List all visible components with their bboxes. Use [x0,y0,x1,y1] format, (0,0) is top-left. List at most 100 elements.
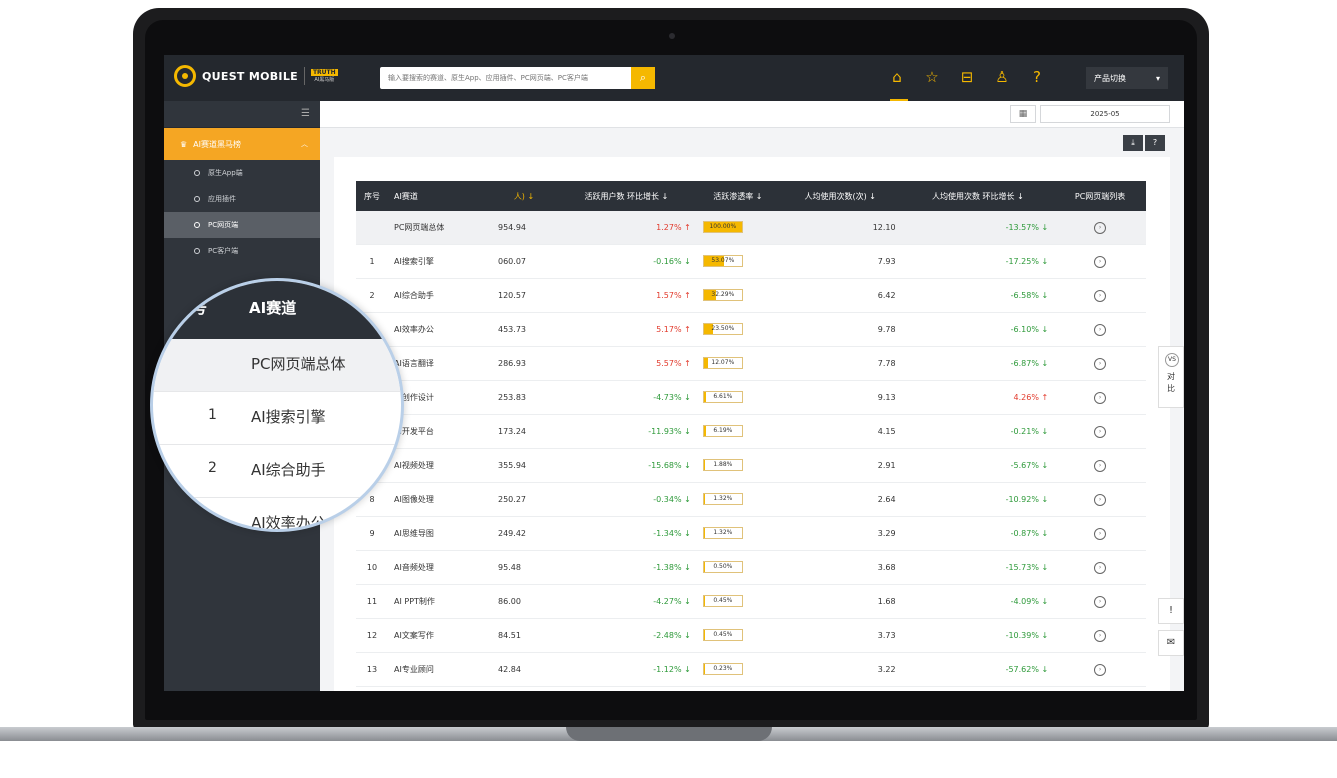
chevron-right-icon[interactable]: › [1094,561,1107,574]
cell-per-capita-growth: -6.87% ↓ [901,346,1055,381]
per-growth-arrow-icon: ↓ [1041,427,1049,436]
sidebar-item-ai-dark-horse[interactable]: ♛ AI赛道黑马榜 ︿ [164,128,320,160]
chevron-right-icon[interactable]: › [1094,255,1107,268]
compare-label: 对比 [1167,372,1175,393]
penetration-bar: 23.50% [702,322,743,335]
search-button[interactable]: ⌕ [631,67,655,89]
table-header-row: 序号 AI赛道 人) ↓ 活跃用户数 环比增长 ↓ 活跃渗透率 ↓ 人均使用次数… [356,181,1146,211]
star-icon[interactable]: ☆ [922,67,942,87]
cell-users: 286.93 [492,346,556,381]
col-per-capita-growth[interactable]: 人均使用次数 环比增长 ↓ [901,181,1055,211]
cell-users: 355.94 [492,448,556,483]
logo[interactable]: QUEST MOBILE TRUTH AI黑马版 [174,65,338,87]
table-row[interactable]: 8 AI图像处理 250.27 -0.34% ↓ 1.32% 2.64 -10.92% ↓ › [356,482,1146,517]
date-picker[interactable]: 2025-05 [1040,105,1170,123]
cell-users: 954.94 [492,211,556,245]
penetration-bar: 6.61% [702,390,743,403]
col-users[interactable]: 人) ↓ [492,181,556,211]
chevron-right-icon[interactable]: › [1094,493,1107,506]
col-users-growth[interactable]: 活跃用户数 环比增长 ↓ [556,181,697,211]
table-row[interactable]: 9 AI思维导图 249.42 -1.34% ↓ 1.32% 3.29 -0.87% ↓ › [356,516,1146,551]
growth-arrow-icon: ↑ [684,291,691,300]
alert-icon[interactable]: ! [1158,598,1184,624]
chevron-right-icon[interactable]: › [1094,629,1107,642]
per-growth-arrow-icon: ↓ [1041,461,1049,470]
table-row[interactable]: 4AI语言翻译286.935.57% ↑12.07%7.78-6.87% ↓› [356,346,1146,381]
col-penetration[interactable]: 活跃渗透率 ↓ [696,181,779,211]
sidebar-item-plugin[interactable]: 应用插件 [164,186,320,212]
chevron-right-icon[interactable]: › [1094,323,1107,336]
cell-penetration: 0.45% [696,584,779,619]
cell-idx: 11 [356,584,388,619]
cell-per-capita: 6.42 [778,278,902,313]
table-row[interactable]: 12 AI文案写作 84.51 -2.48% ↓ 0.45% 3.73 -10.39% ↓ › [356,618,1146,653]
chevron-right-icon[interactable]: › [1094,289,1107,302]
chevron-right-icon[interactable]: › [1094,663,1107,676]
toolbox-icon[interactable]: ⊟ [957,67,977,87]
ranking-table: 序号 AI赛道 人) ↓ 活跃用户数 环比增长 ↓ 活跃渗透率 ↓ 人均使用次数… [356,181,1146,687]
cell-users: 86.00 [492,584,556,619]
chevron-right-icon[interactable]: › [1094,595,1107,608]
chevron-right-icon[interactable]: › [1094,527,1107,540]
cell-per-capita: 3.68 [778,550,902,585]
table-row[interactable]: 11 AI PPT制作 86.00 -4.27% ↓ 0.45% 1.68 -4.09% ↓… [356,584,1146,619]
cell-users-growth: -11.93% ↓ [556,414,697,449]
toolbar: ⤓ ? [1123,135,1165,151]
search-input[interactable] [380,67,631,89]
chat-icon[interactable]: ✉ [1158,630,1184,656]
cell-users: 253.83 [492,380,556,415]
cell-link: › [1054,278,1146,313]
product-switch-dropdown[interactable]: 产品切换 ▾ [1086,67,1168,89]
calendar-icon[interactable]: ▦ [1010,105,1036,123]
cell-users-growth: -0.34% ↓ [556,482,697,517]
compare-widget[interactable]: VS 对比 [1158,346,1184,408]
user-icon[interactable]: ♙ [992,67,1012,87]
chevron-right-icon[interactable]: › [1094,221,1107,234]
table-row[interactable]: 7AI视频处理355.94-15.68% ↓1.88%2.91-5.67% ↓› [356,448,1146,483]
main-content: ▦ 2025-05 ⤓ ? 序号 AI赛道 人) ↓ 活跃用户数 环比增长 ↓ … [320,101,1184,691]
sidebar-item-native-app[interactable]: 原生App端 [164,160,320,186]
table-row[interactable]: 3AI效率办公453.735.17% ↑23.50%9.78-6.10% ↓› [356,312,1146,347]
sidebar-item-pc-web[interactable]: PC网页端 [164,212,320,238]
cell-users-growth: -15.68% ↓ [556,448,697,483]
chevron-right-icon[interactable]: › [1094,391,1107,404]
truth-badge: TRUTH [310,69,338,76]
cell-per-capita-growth: -0.87% ↓ [901,516,1055,551]
download-icon[interactable]: ⤓ [1123,135,1143,151]
table-row-total[interactable]: PC网页端总体 954.94 1.27% ↑ 100.00% 12.10 -13.57% … [356,211,1146,245]
chevron-right-icon[interactable]: › [1094,357,1107,370]
home-icon[interactable]: ⌂ [887,67,907,87]
cell-name: AI效率办公 [388,312,492,347]
cell-users: 42.84 [492,652,556,687]
chevron-right-icon[interactable]: › [1094,459,1107,472]
penetration-bar: 0.45% [702,594,743,607]
chevron-right-icon[interactable]: › [1094,425,1107,438]
laptop-notch [566,727,772,741]
sidebar-item-pc-client[interactable]: PC客户端 [164,238,320,264]
table-row[interactable]: 5AI创作设计253.83-4.73% ↓6.61%9.134.26% ↑› [356,380,1146,415]
penetration-label: 0.45% [713,596,733,604]
penetration-bar: 1.32% [702,526,743,539]
cell-users-growth: -0.16% ↓ [556,244,697,279]
help-icon[interactable]: ? [1027,67,1047,87]
cell-penetration: 32.29% [696,278,779,313]
cell-per-capita-growth: 4.26% ↑ [901,380,1055,415]
table-row[interactable]: 10 AI音频处理 95.48 -1.38% ↓ 0.50% 3.68 -15.73% ↓ › [356,550,1146,585]
table-row[interactable]: 1 AI搜索引擎 060.07 -0.16% ↓ 53.07% 7.93 -17.25% ↓… [356,244,1146,279]
col-per-capita[interactable]: 人均使用次数(次) ↓ [778,181,902,211]
cell-penetration: 100.00% [696,211,779,245]
search-icon: ⌕ [639,71,647,84]
table-row[interactable]: 13 AI专业顾问 42.84 -1.12% ↓ 0.23% 3.22 -57.62% ↓ › [356,652,1146,687]
penetration-label: 6.61% [713,392,733,400]
cell-users: 173.24 [492,414,556,449]
help-button[interactable]: ? [1145,135,1165,151]
table-row[interactable]: 6AI开发平台173.24-11.93% ↓6.19%4.15-0.21% ↓› [356,414,1146,449]
cell-name: AI文案写作 [388,618,492,653]
table-row[interactable]: 2AI综合助手120.571.57% ↑32.29%6.42-6.58% ↓› [356,278,1146,313]
sidebar-item-label: 应用插件 [208,195,236,203]
cell-link: › [1054,211,1146,245]
logo-mark-icon [174,65,196,87]
sidebar-collapse-icon[interactable]: ☰ [164,101,320,128]
cell-idx: 10 [356,550,388,585]
sidebar-item-label: PC客户端 [208,247,239,255]
